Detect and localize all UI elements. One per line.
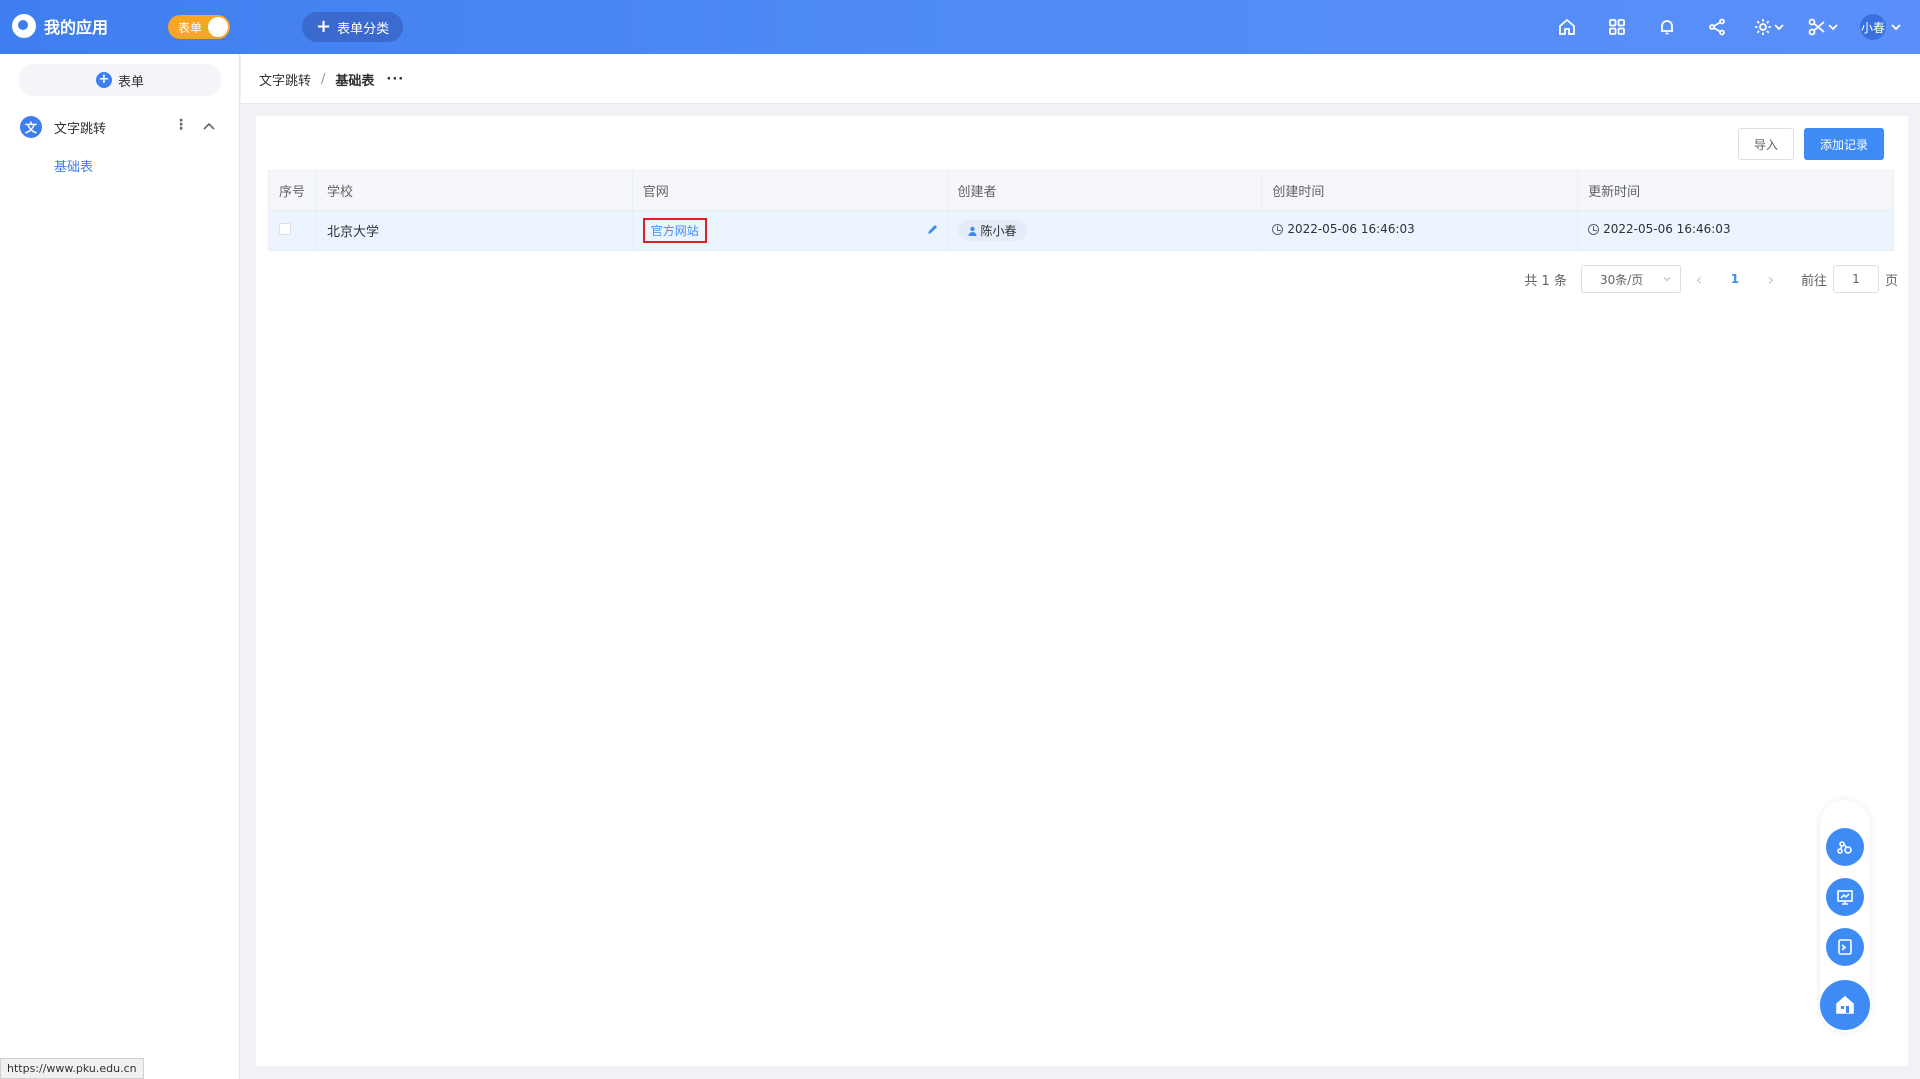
settings-menu[interactable]: [1742, 0, 1796, 54]
pagination-total: 共 1 条: [1524, 273, 1567, 289]
status-bar-url: https://www.pku.edu.cn: [0, 1058, 144, 1079]
plus-circle-icon: +: [95, 72, 112, 88]
goto-suffix: 页: [1884, 273, 1898, 289]
page-number-current[interactable]: 1: [1723, 272, 1747, 286]
user-menu[interactable]: 小春: [1850, 14, 1920, 40]
column-header-updated[interactable]: 更新时间: [1577, 170, 1894, 211]
form-category-button[interactable]: + 表单分类: [302, 12, 404, 42]
pagination: 共 1 条 30条/页 ‹ 1 › 前往 1 页: [1524, 264, 1898, 294]
add-form-button[interactable]: + 表单: [18, 64, 222, 96]
updated-cell: 2022-05-06 16:46:03: [1577, 210, 1894, 251]
building-home-icon: [1836, 995, 1854, 1014]
group-icon: 文: [20, 116, 42, 138]
more-vertical-icon[interactable]: ⋮: [174, 117, 188, 133]
tools-menu[interactable]: [1796, 0, 1850, 54]
import-button[interactable]: 导入: [1738, 128, 1794, 160]
page-size-value: 30条/页: [1599, 272, 1644, 287]
home-button[interactable]: [1542, 0, 1592, 54]
sidebar-item-basic-table[interactable]: 基础表: [54, 156, 93, 175]
floating-toolbar: [1820, 800, 1870, 1032]
apps-button[interactable]: [1592, 0, 1642, 54]
content-header: 文字跳转 / 基础表 ···: [241, 54, 1920, 104]
breadcrumb: 文字跳转 / 基础表 ···: [259, 70, 404, 89]
records-table: 序号 学校 官网 创建者 创建时间 更新时间 北京大学 官方网站 陈小春 202…: [268, 170, 1894, 251]
dashboard-button[interactable]: [1826, 878, 1864, 916]
breadcrumb-separator: /: [321, 72, 326, 87]
updated-time: 2022-05-06 16:46:03: [1603, 222, 1731, 237]
creator-tag: 陈小春: [957, 220, 1027, 241]
terminal-icon: [1838, 939, 1852, 955]
clock-icon: [1588, 223, 1600, 235]
notifications-button[interactable]: [1642, 0, 1692, 54]
column-header-website[interactable]: 官网: [631, 170, 948, 211]
chevron-down-icon: [1891, 24, 1901, 31]
website-link[interactable]: 官方网站: [642, 218, 707, 243]
goto-page-input[interactable]: 1: [1832, 265, 1879, 293]
presentation-chart-icon: [1837, 890, 1853, 905]
app-title: 我的应用: [44, 18, 109, 37]
toggle-label: 表单: [178, 20, 203, 35]
goto-prefix: 前往: [1800, 273, 1827, 289]
home-float-button[interactable]: [1820, 980, 1870, 1030]
row-select-cell: [268, 210, 317, 251]
creator-cell: 陈小春: [946, 210, 1263, 251]
next-page-button[interactable]: ›: [1753, 270, 1789, 289]
sidebar-group-text-jump[interactable]: 文 文字跳转 ⋮: [20, 114, 220, 140]
workflow-settings-button[interactable]: [1826, 828, 1864, 866]
breadcrumb-parent[interactable]: 文字跳转: [259, 70, 311, 89]
creator-name: 陈小春: [980, 224, 1017, 238]
breadcrumb-current: 基础表: [335, 74, 375, 89]
bell-icon: [1661, 20, 1673, 35]
add-record-button[interactable]: 添加记录: [1804, 128, 1884, 160]
school-cell[interactable]: 北京大学: [315, 210, 633, 251]
gear-icon: [1755, 19, 1771, 35]
more-horizontal-icon[interactable]: ···: [386, 72, 404, 87]
app-logo-icon: [12, 14, 36, 38]
sidebar: + 表单 文 文字跳转 ⋮ 基础表: [0, 54, 240, 1079]
column-header-creator[interactable]: 创建者: [946, 170, 1263, 211]
add-form-label: 表单: [117, 74, 144, 90]
form-mode-toggle[interactable]: 表单: [168, 15, 230, 39]
apps-grid-icon: [1609, 19, 1625, 35]
top-bar: 我的应用 表单 + 表单分类 小春: [0, 0, 1920, 54]
edit-pencil-icon[interactable]: [926, 223, 939, 236]
column-header-created[interactable]: 创建时间: [1261, 170, 1579, 211]
home-icon: [1559, 18, 1575, 35]
clock-icon: [1272, 223, 1284, 235]
plus-icon: +: [316, 16, 332, 37]
sidebar-group-label: 文字跳转: [54, 121, 107, 137]
tools-icon: [1808, 18, 1825, 36]
app-logo[interactable]: 我的应用: [12, 14, 108, 38]
toggle-knob: [208, 17, 228, 37]
created-cell: 2022-05-06 16:46:03: [1261, 210, 1579, 251]
share-icon: [1709, 18, 1725, 36]
chevron-down-icon: [1774, 24, 1784, 31]
table-row[interactable]: 北京大学 官方网站 陈小春 2022-05-06 16:46:03 2022-0…: [268, 210, 1894, 251]
main-panel: 导入 添加记录 序号 学校 官网 创建者 创建时间 更新时间 北京大学 官方网站: [256, 116, 1908, 1066]
avatar: 小春: [1860, 14, 1886, 40]
page-size-select[interactable]: 30条/页: [1580, 265, 1681, 293]
chevron-down-icon: [1828, 24, 1838, 31]
column-header-school[interactable]: 学校: [315, 170, 633, 211]
share-button[interactable]: [1692, 0, 1742, 54]
workflow-gear-icon: [1837, 841, 1852, 854]
column-header-index: 序号: [268, 170, 317, 211]
user-icon: [968, 226, 977, 236]
script-button[interactable]: [1826, 928, 1864, 966]
prev-page-button[interactable]: ‹: [1681, 270, 1717, 289]
row-checkbox[interactable]: [279, 222, 291, 235]
table-header-row: 序号 学校 官网 创建者 创建时间 更新时间: [268, 170, 1894, 211]
chevron-up-icon[interactable]: [202, 119, 216, 133]
form-category-label: 表单分类: [337, 21, 390, 37]
created-time: 2022-05-06 16:46:03: [1287, 222, 1415, 237]
chevron-down-icon: [1663, 277, 1671, 282]
website-cell[interactable]: 官方网站: [631, 210, 948, 251]
